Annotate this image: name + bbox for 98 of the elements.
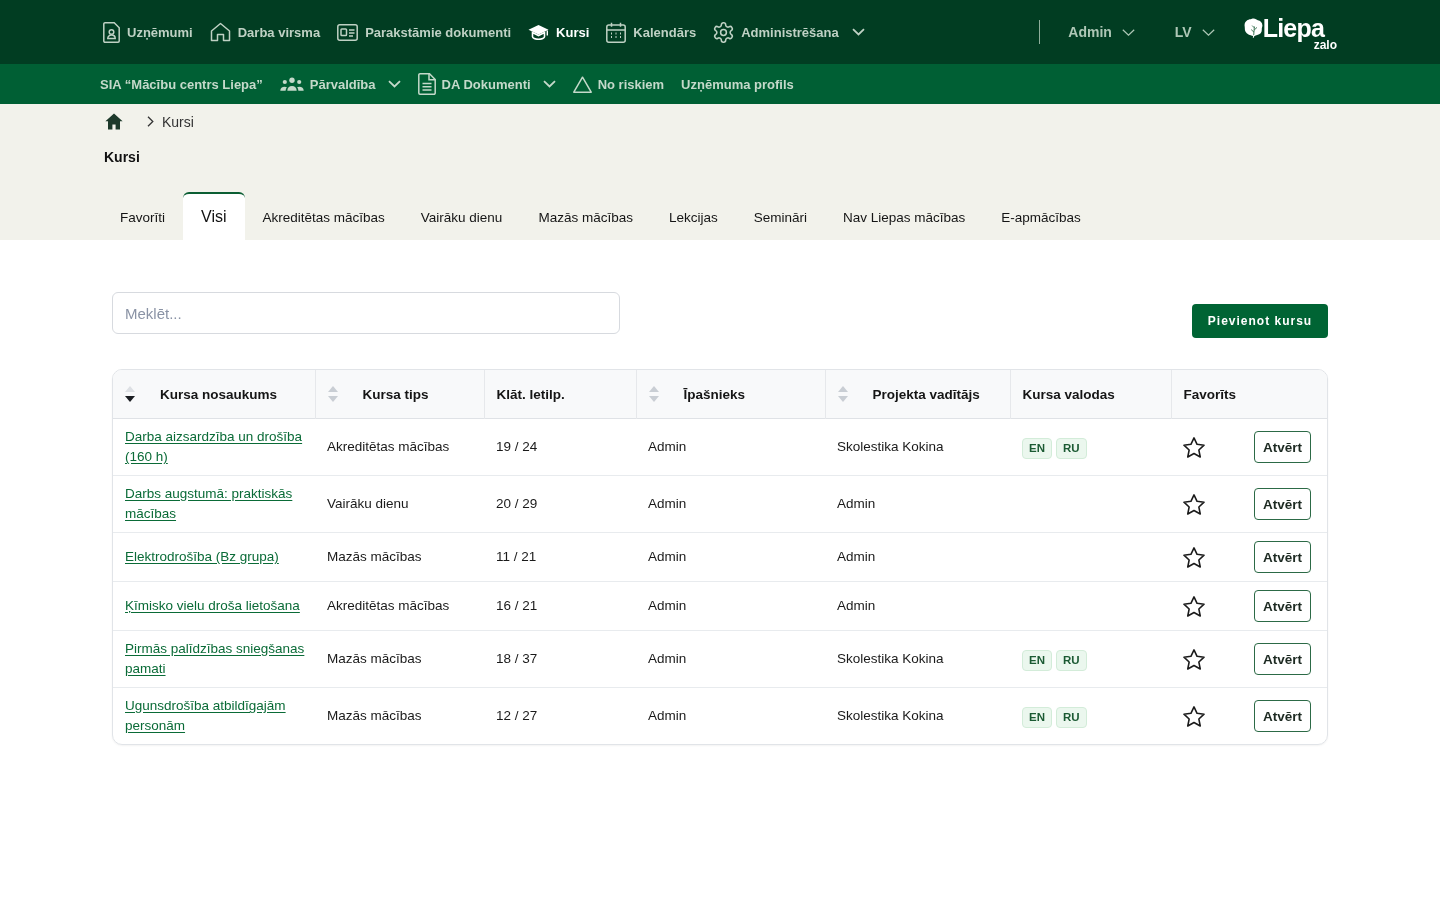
user-menu[interactable]: Admin [1068,24,1135,40]
star-icon[interactable] [1183,546,1205,568]
table-cell: Admin [636,475,825,533]
course-link[interactable]: Darba aizsardzība un drošība (160 h) [125,427,313,467]
open-button[interactable]: Atvērt [1254,643,1311,675]
column-header: Kursa tips [362,386,429,402]
document-icon [417,73,436,95]
course-link[interactable]: Elektrodrošība (Bz grupa) [125,547,279,567]
table-cell: 19 / 24 [484,418,636,476]
table-cell: Admin [636,581,825,631]
nav-link[interactable]: Darba virsma [209,22,321,42]
home-icon[interactable] [105,113,123,130]
nav-link[interactable]: Uzņēmuma profils [681,76,794,92]
table-cell: Mazās mācības [315,532,484,582]
table-cell: Akreditētas mācības [315,418,484,476]
nav-link[interactable]: No riskiem [572,75,665,93]
calendar-icon [606,21,627,43]
course-link[interactable]: Darbs augstumā: praktiskās mācības [125,484,313,524]
nav-link[interactable]: Parakstāmie dokumenti [337,23,512,41]
add-course-button[interactable]: Pievienot kursu [1192,304,1328,338]
table-cell: Skolestika Kokina [825,687,1010,744]
nav-link[interactable]: Pārvaldība [279,76,401,92]
table-cell: Admin [825,532,1010,582]
language-tag: EN [1022,438,1052,459]
caret-icon [1121,28,1135,36]
star-icon[interactable] [1183,493,1205,515]
search-field[interactable]: Meklēt... [112,292,620,334]
table-cell: Admin [825,475,1010,533]
tab[interactable]: Lekcijas [650,192,736,240]
house-icon [209,22,231,42]
table-cell: Akreditētas mācības [315,581,484,631]
logo-tagline: zalo [1313,38,1337,51]
course-link[interactable]: Ķīmisko vielu droša lietošana [125,596,300,616]
nav-link[interactable]: Administrēšana [713,21,865,43]
triangle-icon [572,75,592,93]
table-cell: Admin [636,418,825,476]
table-cell: Admin [636,630,825,688]
language-menu[interactable]: LV [1174,24,1215,40]
nav-link[interactable]: Kalendārs [606,21,697,43]
star-icon[interactable] [1183,648,1205,670]
leaf-icon [1243,17,1263,38]
tab[interactable]: Akreditētas mācības [244,192,403,240]
language-tag: RU [1056,650,1087,671]
open-button[interactable]: Atvērt [1254,700,1311,732]
column-header: Kursa valodas [1022,386,1115,402]
table-cell: Admin [636,532,825,582]
language-tag: EN [1022,650,1052,671]
open-button[interactable]: Atvērt [1254,590,1311,622]
star-icon[interactable] [1183,595,1205,617]
table-cell: Vairāku dienu [315,475,484,533]
column-header: Projekta vadītājs [872,386,980,402]
column-header: Kursa nosaukums [160,386,278,402]
tab[interactable]: E-apmācības [983,192,1099,240]
star-icon[interactable] [1183,436,1205,458]
tab[interactable]: Mazās mācības [520,192,651,240]
tab[interactable]: Vairāku dienu [402,192,521,240]
sort-icon[interactable] [125,385,135,403]
people-icon [279,77,304,91]
nav-link[interactable]: DA Dokumenti [417,73,556,95]
table-cell: 11 / 21 [484,532,636,582]
id-card-icon [337,23,359,41]
column-header: Favorīts [1183,386,1237,402]
language-tag: RU [1056,707,1087,728]
open-button[interactable]: Atvērt [1254,488,1311,520]
tab[interactable]: Visi [183,192,245,240]
breadcrumb-item: Kursi [162,113,194,130]
table-cell: Mazās mācības [315,630,484,688]
language-tag: RU [1056,438,1087,459]
course-link[interactable]: Pirmās palīdzības sniegšanas pamati [125,639,313,679]
open-button[interactable]: Atvērt [1254,541,1311,573]
profile-document-icon [103,21,120,43]
graduation-cap-icon [528,24,550,40]
table-cell: Admin [825,581,1010,631]
page-title: Kursi [104,148,140,167]
nav-link[interactable]: Kursi [528,24,590,40]
open-button[interactable]: Atvērt [1254,431,1311,463]
table-cell: Skolestika Kokina [825,418,1010,476]
table-cell: 20 / 29 [484,475,636,533]
settings-icon [713,21,735,43]
table-cell: Admin [636,687,825,744]
nav-link[interactable]: Uzņēmumi [103,21,193,43]
language-tag: EN [1022,707,1052,728]
table-cell: 16 / 21 [484,581,636,631]
column-header: Īpašnieks [683,386,746,402]
tab[interactable]: Nav Liepas mācības [825,192,984,240]
table-cell: Mazās mācības [315,687,484,744]
table-cell: Skolestika Kokina [825,630,1010,688]
company-name: SIA “Mācību centrs Liepa” [100,76,263,92]
tab[interactable]: Semināri [735,192,825,240]
table-cell: 18 / 37 [484,630,636,688]
logo-text: Liepa [1262,15,1324,41]
star-icon[interactable] [1183,705,1205,727]
column-header: Klāt. Ietilp. [496,386,565,402]
caret-icon [1201,28,1215,36]
table-cell: 12 / 27 [484,687,636,744]
chevron-right-icon [147,116,154,127]
tab[interactable]: Favorīti [102,192,183,240]
course-link[interactable]: Ugunsdrošība atbildīgajām personām [125,696,313,736]
